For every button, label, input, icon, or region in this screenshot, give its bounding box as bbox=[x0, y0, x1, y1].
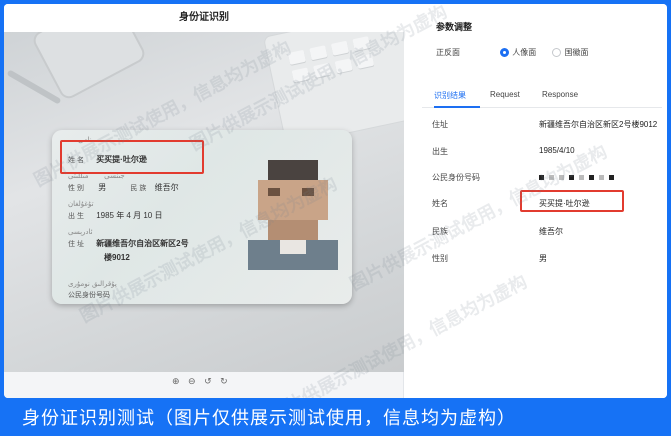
bottom-caption: 身份证识别测试（图片仅供展示测试使用，信息均为虚构） bbox=[22, 408, 516, 428]
id-card-photo[interactable]: نامى 姓 名 买买提·吐尔逊 جىنسى مىللىتى 性 别 男 民 族… bbox=[4, 32, 404, 372]
panel-title: 身份证识别 bbox=[4, 4, 404, 32]
field-value-id-masked bbox=[539, 173, 619, 182]
section-title: 参数调整 bbox=[436, 22, 473, 32]
field-value-address: 新疆维吾尔自治区新区2号楼9012 bbox=[539, 120, 658, 129]
card-addr-2: 楼9012 bbox=[104, 253, 130, 262]
radio-selected-icon bbox=[500, 48, 510, 58]
tab-request[interactable]: Request bbox=[490, 90, 520, 99]
tab-result[interactable]: 识别结果 bbox=[434, 90, 466, 101]
field-label-name: 姓名 bbox=[432, 199, 448, 208]
portrait-pixelated bbox=[248, 160, 338, 270]
card-birth: 1985 年 4 月 10 日 bbox=[96, 211, 163, 220]
name-highlight-box bbox=[60, 140, 204, 174]
main-frame: 身份证识别 نامى 姓 名 买买提·吐尔逊 جىنسى مىللىتى 性 别… bbox=[4, 4, 667, 398]
id-card: نامى 姓 名 买买提·吐尔逊 جىنسى مىللىتى 性 别 男 民 族… bbox=[52, 130, 352, 304]
name-result-highlight-box bbox=[520, 190, 624, 212]
birth-label: 出 生 bbox=[68, 213, 84, 220]
gender-label: 性 别 bbox=[68, 185, 84, 192]
field-value-ethnic: 维吾尔 bbox=[539, 227, 563, 236]
field-label-gender: 性别 bbox=[432, 254, 448, 263]
field-value-birth: 1985/4/10 bbox=[539, 146, 575, 155]
face-selector: 正反面 人像面 国徽面 bbox=[436, 47, 588, 58]
id-number-label: 公民身份号码 bbox=[68, 292, 110, 299]
field-value-gender: 男 bbox=[539, 254, 547, 263]
tab-response[interactable]: Response bbox=[542, 90, 578, 99]
result-tabs: 识别结果 Request Response bbox=[422, 86, 662, 108]
image-preview-panel: 身份证识别 نامى 姓 名 买买提·吐尔逊 جىنسى مىللىتى 性 别… bbox=[4, 4, 404, 398]
field-label-ethnic: 民族 bbox=[432, 227, 448, 236]
field-label-address: 住址 bbox=[432, 120, 448, 129]
ethnic-label: 民 族 bbox=[130, 185, 147, 192]
radio-portrait[interactable]: 人像面 bbox=[500, 48, 538, 58]
active-tab-indicator bbox=[434, 106, 480, 108]
laptop-decoration bbox=[264, 32, 404, 146]
face-label: 正反面 bbox=[436, 48, 460, 57]
field-label-birth: 出生 bbox=[432, 147, 448, 156]
card-gender: 男 bbox=[98, 183, 107, 192]
result-panel: 参数调整 正反面 人像面 国徽面 识别结果 Request Response 住… bbox=[408, 4, 667, 398]
field-label-id: 公民身份号码 bbox=[432, 173, 480, 182]
uy-id-label: پۇقرالىق نومۇرى bbox=[68, 280, 117, 288]
card-addr-1: 新疆维吾尔自治区新区2号 bbox=[96, 239, 189, 248]
phone-decoration bbox=[32, 32, 146, 100]
zoom-toolbar[interactable]: ⊕ ⊖ ↺ ↻ bbox=[172, 376, 231, 387]
addr-label: 住 址 bbox=[68, 241, 84, 248]
card-ethnic: 维吾尔 bbox=[154, 183, 179, 192]
radio-emblem[interactable]: 国徽面 bbox=[552, 48, 588, 58]
radio-unselected-icon bbox=[552, 48, 562, 58]
